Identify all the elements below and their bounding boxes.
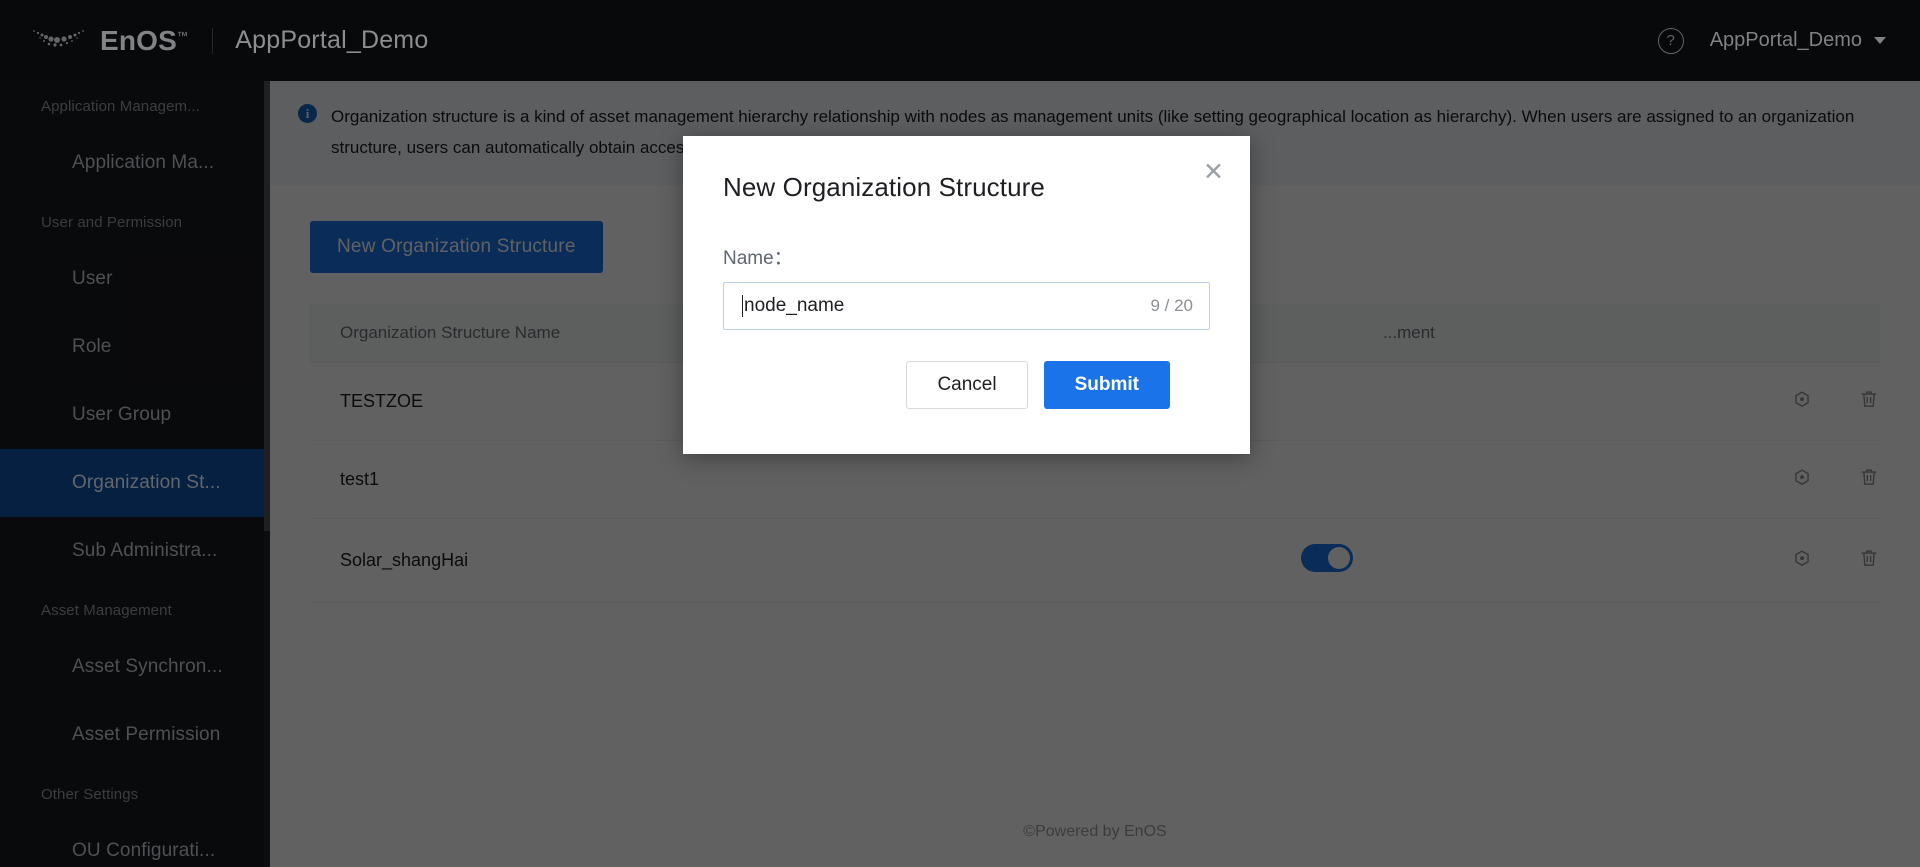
character-counter: 9 / 20	[1150, 296, 1193, 315]
cancel-button[interactable]: Cancel	[906, 361, 1028, 409]
name-input[interactable]: node_name 9 / 20	[723, 282, 1210, 330]
modal-backdrop-header	[0, 0, 1920, 81]
name-input-value: node_name	[744, 295, 845, 316]
close-icon[interactable]: ✕	[1203, 160, 1224, 185]
dialog-actions: Cancel Submit	[723, 330, 1210, 409]
submit-button[interactable]: Submit	[1043, 361, 1170, 409]
app-root: EnOS™ AppPortal_Demo ? AppPortal_Demo Ap…	[0, 0, 1920, 867]
text-cursor	[742, 295, 743, 317]
dialog-title: New Organization Structure	[723, 172, 1045, 202]
name-field-label: Name：	[723, 248, 793, 269]
new-organization-structure-dialog: ✕ New Organization Structure Name： node_…	[683, 136, 1250, 454]
modal-backdrop-sidebar	[0, 81, 270, 867]
dialog-body: Name： node_name 9 / 20 Cancel Submit	[683, 203, 1250, 409]
